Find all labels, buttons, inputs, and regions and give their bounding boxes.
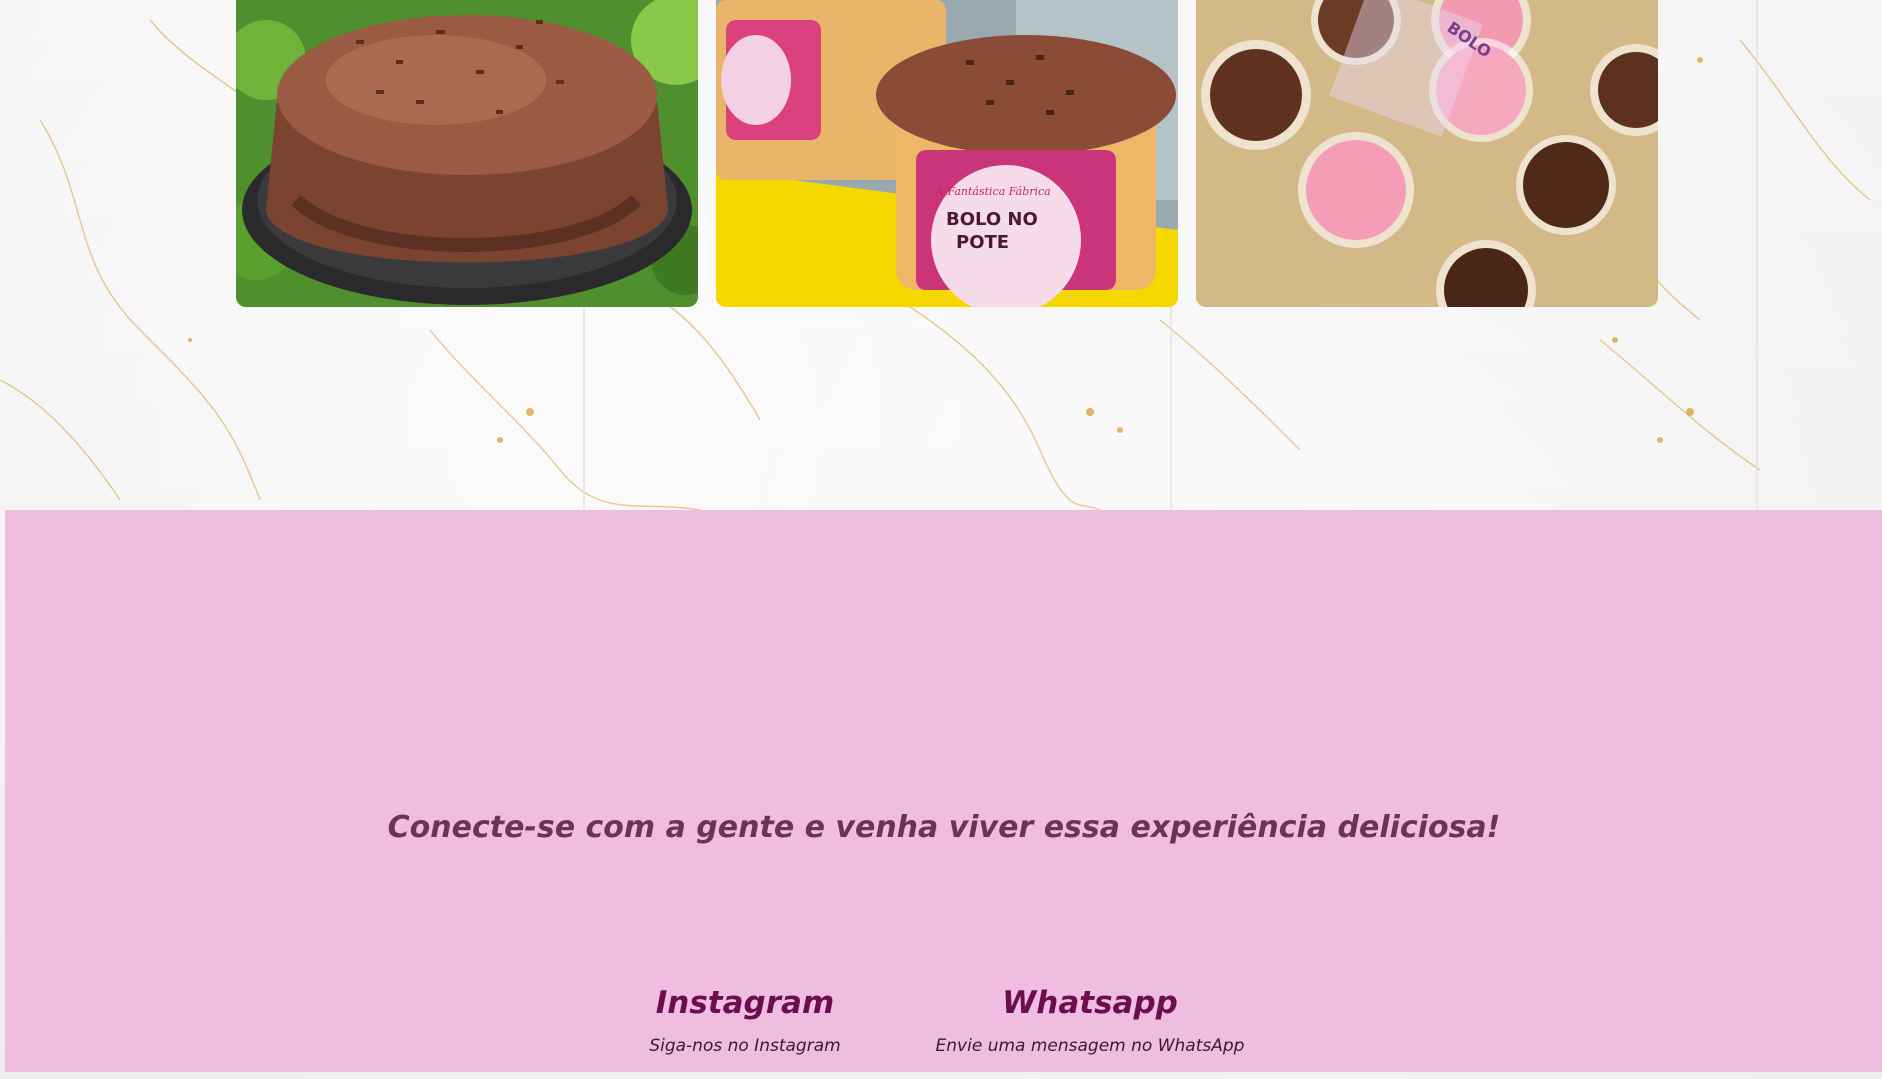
chocolate-cake-photo[interactable] [236,0,698,307]
whatsapp-title[interactable]: Whatsapp [920,984,1260,1022]
bolo-brand-text: A Fantástica Fábrica [935,185,1051,198]
brigadeiros-photo[interactable]: BOLO [1196,0,1658,307]
bolo-label-line1: BOLO NO [946,209,1038,230]
whatsapp-subtitle: Envie uma mensagem no WhatsApp [935,1036,1245,1056]
instagram-title[interactable]: Instagram [630,984,860,1022]
instagram-subtitle: Siga-nos no Instagram [649,1036,841,1056]
bolo-label-line2: POTE [956,232,1009,253]
whatsapp-link[interactable]: Whatsapp Envie uma mensagem no WhatsApp [920,984,1260,1056]
instagram-link[interactable]: Instagram Siga-nos no Instagram [630,984,860,1056]
bolo-no-pote-photo[interactable]: BOLO NO POTE A Fantástica Fábrica [716,0,1178,307]
contact-tagline: Conecte-se com a gente e venha viver ess… [387,810,1501,845]
photo-gallery: BOLO NO POTE A Fantástica Fábrica BOLO [236,0,1660,308]
